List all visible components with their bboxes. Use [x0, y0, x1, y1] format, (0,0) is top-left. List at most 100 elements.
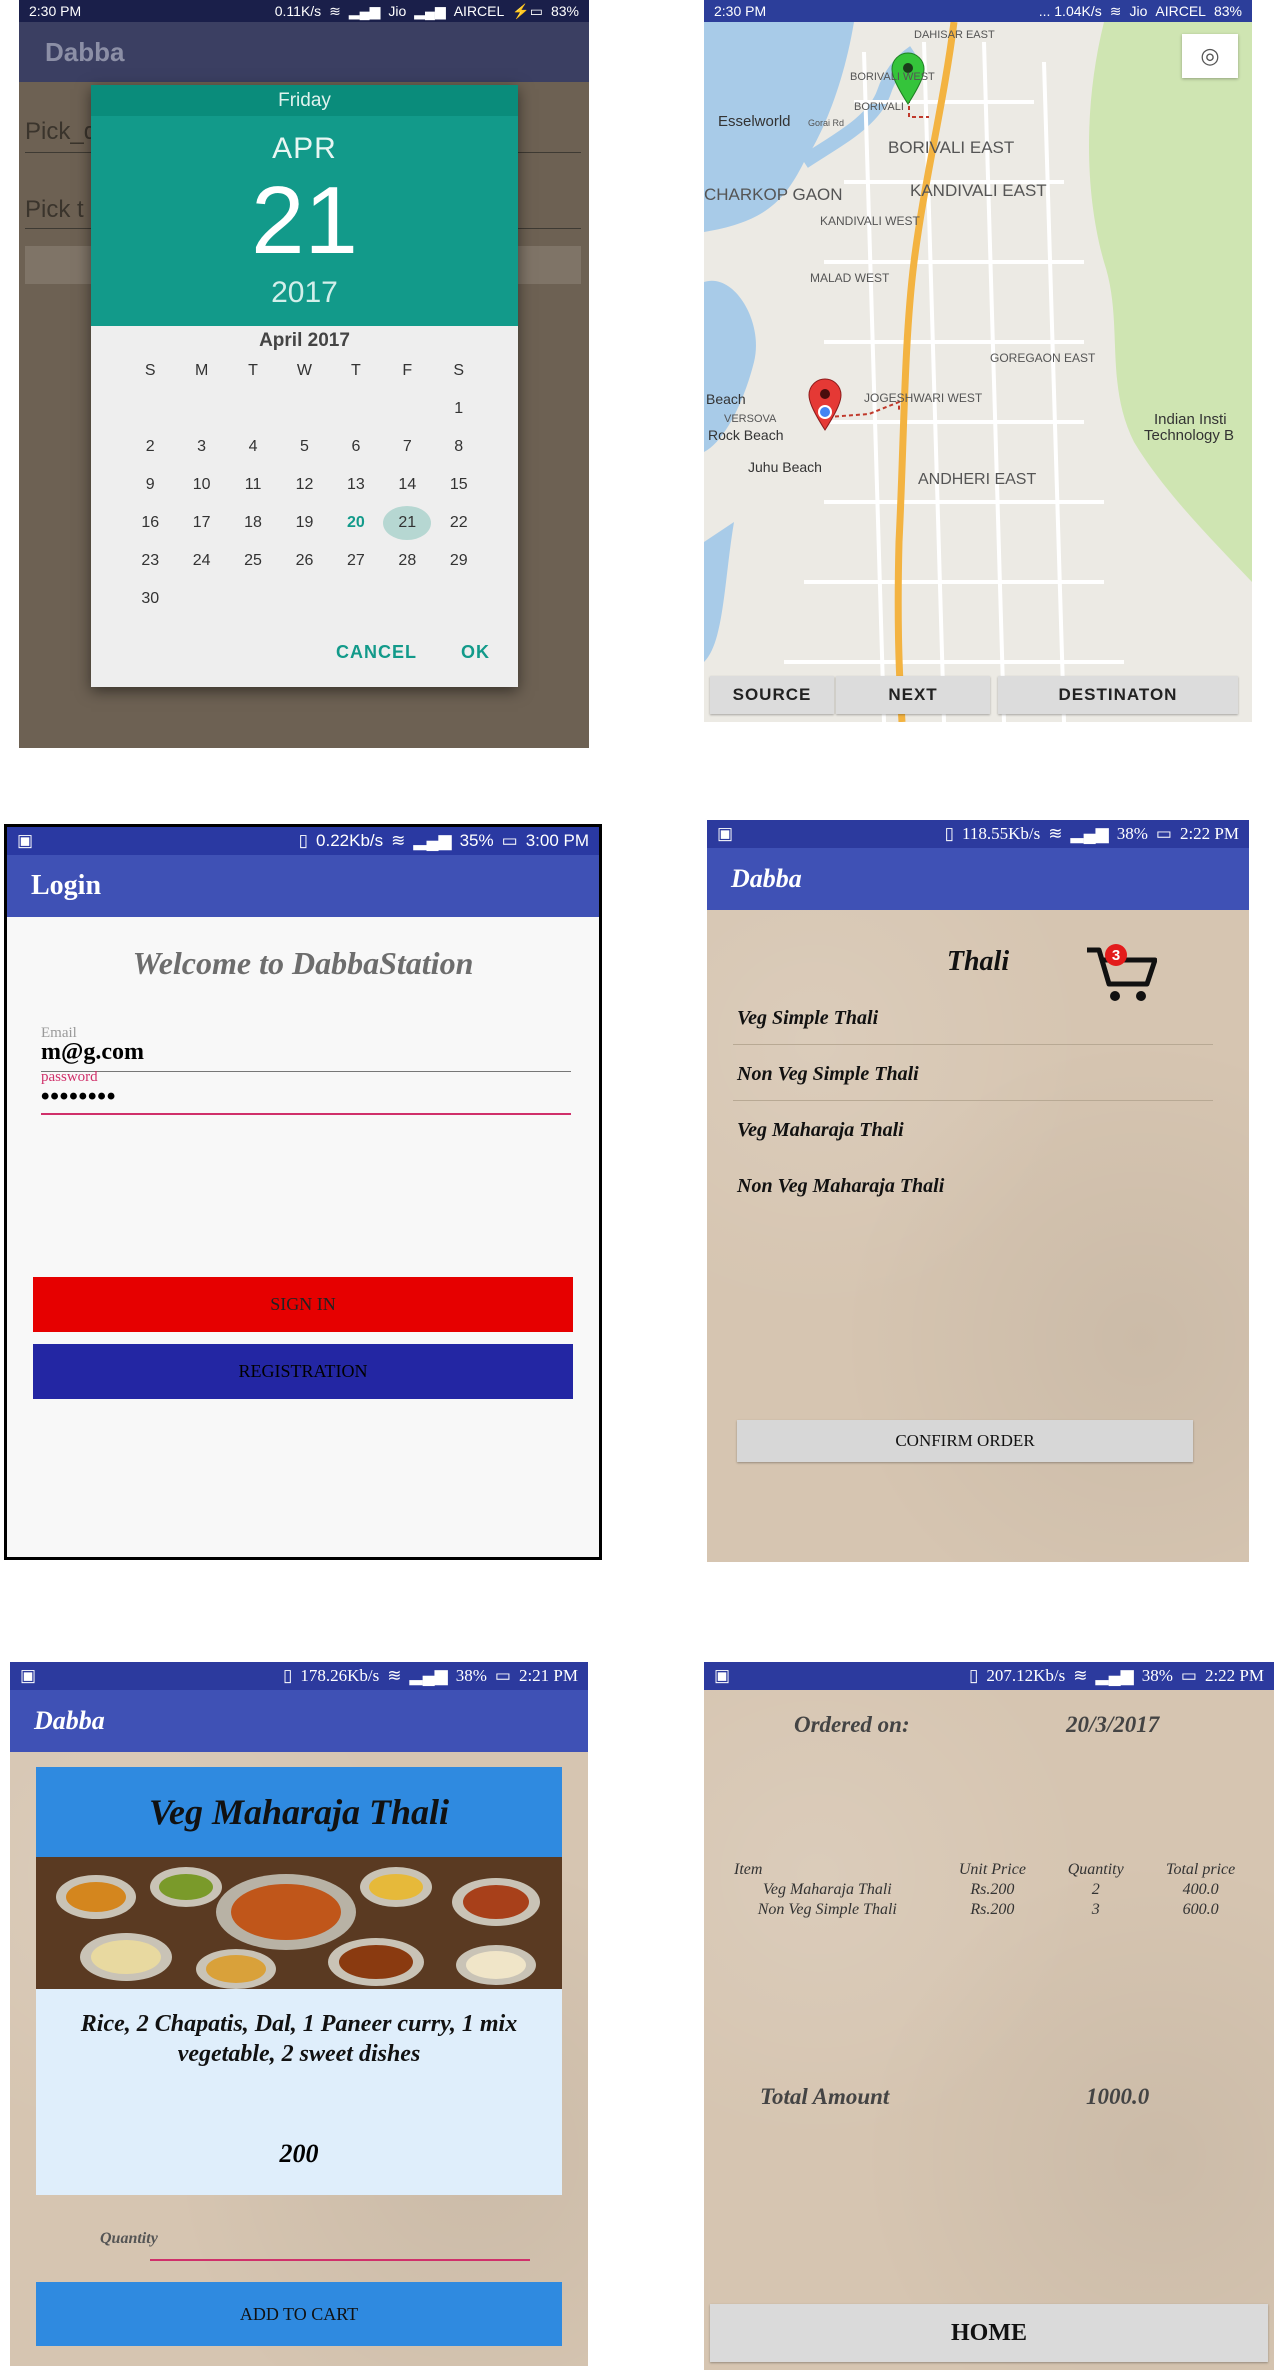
wifi-icon: ≋ [1073, 1666, 1088, 1685]
calendar-day[interactable]: 6 [330, 438, 381, 456]
my-location-button[interactable]: ◎ [1182, 34, 1238, 78]
calendar-day[interactable]: 20 [330, 514, 381, 532]
map-label: Gorai Rd [808, 118, 844, 128]
calendar-day-number: 21 [383, 506, 432, 540]
app-bar: Dabba [10, 1690, 588, 1752]
calendar-day[interactable]: 4 [227, 438, 278, 456]
wifi-icon: ≋ [329, 2, 341, 19]
cancel-button[interactable]: CANCEL [336, 642, 417, 663]
calendar-day[interactable]: 14 [382, 476, 433, 494]
carrier-1: Jio [388, 3, 407, 19]
calendar-day-number: 12 [295, 476, 314, 493]
weekday-label: S [144, 362, 156, 379]
calendar-day-number: 14 [398, 476, 417, 493]
list-item[interactable]: Non Veg Simple Thali [737, 1046, 1197, 1102]
wifi-icon: ≋ [1048, 824, 1063, 843]
calendar-day[interactable]: 22 [433, 514, 484, 532]
calendar-day[interactable]: 9 [125, 476, 176, 494]
carrier-1: Jio [1129, 3, 1148, 19]
calendar-day[interactable]: 21 [382, 506, 433, 540]
divider [733, 1044, 1213, 1045]
map-label: ANDHERI EAST [918, 471, 1036, 488]
calendar-day[interactable]: 26 [279, 552, 330, 570]
calendar-day[interactable]: 30 [125, 590, 176, 608]
background-field-label: Pick_d [25, 118, 98, 145]
dish-title: Veg Maharaja Thali [36, 1767, 562, 1857]
status-time: 2:22 PM [1204, 1666, 1264, 1685]
table-row: Non Veg Simple Thali Rs.200 3 600.0 [718, 1900, 1258, 1920]
confirm-order-button[interactable]: CONFIRM ORDER [737, 1420, 1193, 1462]
ok-button[interactable]: OK [461, 642, 490, 663]
calendar-day-number: 6 [351, 438, 361, 455]
calendar-day[interactable]: 29 [433, 552, 484, 570]
calendar-day[interactable]: 17 [176, 514, 227, 532]
picker-day[interactable]: 21 [91, 166, 518, 276]
calendar-day[interactable]: 11 [227, 476, 278, 494]
add-to-cart-button[interactable]: ADD TO CART [36, 2282, 562, 2346]
status-bar: ▣ ▯ 178.26Kb/s ≋ ▂▄▆ 38% ▭ 2:21 PM [10, 1662, 588, 1690]
source-button[interactable]: SOURCE [710, 676, 834, 714]
password-field[interactable]: •••••••• [41, 1083, 116, 1111]
table-cell: Veg Maharaja Thali [762, 1881, 892, 1898]
status-bar: 2:30 PM 0.11K/s ≋ ▂▄▆ Jio ▂▄▆ AIRCEL ⚡▭ … [19, 0, 589, 22]
calendar-day[interactable]: 27 [330, 552, 381, 570]
calendar-day[interactable]: 15 [433, 476, 484, 494]
calendar-day[interactable]: 8 [433, 438, 484, 456]
calendar-day[interactable]: 7 [382, 438, 433, 456]
table-row: Veg Maharaja Thali Rs.200 2 400.0 [718, 1880, 1258, 1900]
vibrate-icon: ▯ [283, 1666, 293, 1685]
calendar-day[interactable]: 18 [227, 514, 278, 532]
calendar-day-number: 20 [347, 514, 365, 531]
picker-month[interactable]: APR [91, 116, 518, 166]
map-label: GOREGAON EAST [990, 351, 1096, 365]
calendar-week-row: 23 24 25 26 27 28 29 [125, 542, 485, 580]
app-title: Dabba [45, 36, 125, 67]
welcome-heading: Welcome to DabbaStation [132, 945, 474, 981]
wifi-icon: ≋ [387, 1666, 402, 1685]
calendar-day[interactable]: 28 [382, 552, 433, 570]
sign-in-button[interactable]: SIGN IN [33, 1277, 573, 1332]
next-button[interactable]: NEXT [836, 676, 990, 714]
calendar-day[interactable]: 23 [125, 552, 176, 570]
calendar-day[interactable]: 10 [176, 476, 227, 494]
network-speed: ... 1.04K/s [1038, 3, 1102, 19]
signal-icon: ▂▄▆ [413, 831, 452, 850]
status-time: 2:30 PM [29, 3, 82, 19]
calendar-day[interactable]: 16 [125, 514, 176, 532]
destination-button[interactable]: DESTINATON [998, 676, 1238, 714]
status-time: 2:21 PM [518, 1666, 578, 1685]
list-item[interactable]: Veg Maharaja Thali [737, 1102, 1197, 1158]
registration-button[interactable]: REGISTRATION [33, 1344, 573, 1399]
calendar-day[interactable]: 2 [125, 438, 176, 456]
calendar-day[interactable]: 12 [279, 476, 330, 494]
battery-icon: ⚡▭ [512, 2, 543, 19]
calendar-day-number: 30 [141, 590, 160, 607]
home-button[interactable]: HOME [710, 2304, 1268, 2362]
network-speed: 178.26Kb/s [300, 1666, 380, 1685]
map-view[interactable]: DAHISAR EAST BORIVALI WEST BORIVALI Esse… [704, 22, 1252, 722]
map-label: BORIVALI WEST [850, 71, 935, 83]
column-header: Item [734, 1861, 763, 1878]
calendar-day[interactable]: 3 [176, 438, 227, 456]
table-cell: 600.0 [1182, 1901, 1219, 1918]
calendar-day[interactable]: 24 [176, 552, 227, 570]
weekday-label: T [248, 362, 258, 379]
list-item[interactable]: Veg Simple Thali [737, 990, 1197, 1046]
battery-level: 38% [1141, 1666, 1173, 1685]
email-field[interactable]: m@g.com [41, 1039, 144, 1066]
picker-year[interactable]: 2017 [91, 276, 518, 310]
calendar-day[interactable]: 25 [227, 552, 278, 570]
my-location-icon: ◎ [1200, 43, 1220, 68]
quantity-field[interactable] [150, 2259, 530, 2261]
battery-icon: ▭ [494, 1666, 511, 1685]
calendar-day[interactable]: 13 [330, 476, 381, 494]
battery-level: 83% [1213, 3, 1242, 19]
calendar-week-row: 9 10 11 12 13 14 15 [125, 466, 485, 504]
calendar-day[interactable]: 5 [279, 438, 330, 456]
calendar-day[interactable]: 19 [279, 514, 330, 532]
map-label: DAHISAR EAST [914, 29, 995, 41]
status-bar: 2:30 PM ... 1.04K/s ≋ Jio AIRCEL 83% [704, 0, 1252, 22]
calendar-day[interactable]: 1 [433, 400, 484, 418]
signal-icon: ▂▄▆ [1095, 1666, 1134, 1685]
list-item[interactable]: Non Veg Maharaja Thali [737, 1158, 1197, 1214]
